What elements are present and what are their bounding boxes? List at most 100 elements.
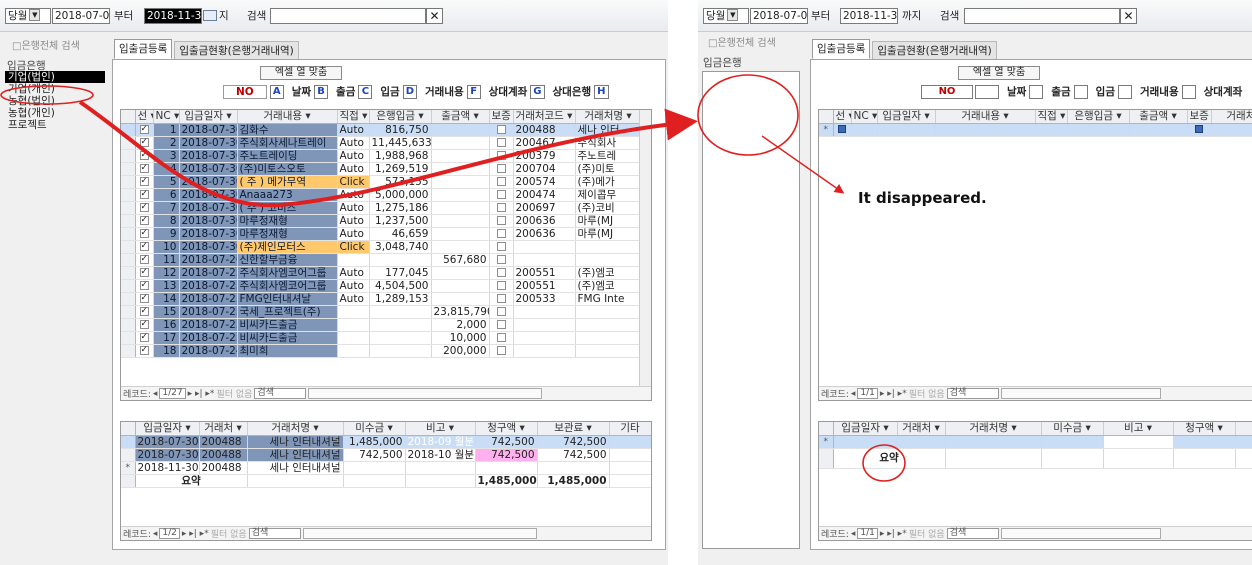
legend-key-input[interactable] xyxy=(1029,84,1044,99)
name-cell[interactable] xyxy=(575,318,642,332)
column-header[interactable]: 거래처코드 ▾ xyxy=(513,110,576,124)
date-cell[interactable]: 2018-07-30 xyxy=(135,435,200,449)
select-checkbox[interactable] xyxy=(139,305,149,317)
guarantee-checkbox[interactable] xyxy=(496,255,506,264)
column-header[interactable]: 거래처 ▾ xyxy=(897,422,946,436)
record-search-input[interactable]: 검색 xyxy=(248,528,301,539)
desc-cell[interactable]: ( 주 ) 메가무역 xyxy=(237,175,338,189)
select-cell[interactable] xyxy=(833,123,852,137)
select-cell[interactable] xyxy=(135,188,154,202)
guarantee-checkbox[interactable] xyxy=(496,177,506,186)
mode-cell[interactable] xyxy=(337,318,370,332)
select-checkbox[interactable] xyxy=(139,318,149,330)
nc-cell[interactable]: 10 xyxy=(153,240,180,254)
select-checkbox[interactable] xyxy=(139,227,149,239)
clear-search-button[interactable]: ✕ xyxy=(1120,8,1137,24)
code-cell[interactable]: 200488 xyxy=(199,448,248,462)
tab-deposit-register[interactable]: 입출금등록 xyxy=(114,39,173,59)
bank-item[interactable]: 프로젝트 xyxy=(5,119,105,131)
mode-cell[interactable]: Auto xyxy=(337,292,370,306)
memo-cell[interactable] xyxy=(405,461,476,475)
table-row[interactable]: 52018-07-30( 주 ) 메가무역Click573,155 200574(… xyxy=(121,175,642,189)
mode-cell[interactable] xyxy=(1035,123,1068,137)
guarantee-checkbox[interactable] xyxy=(496,125,506,134)
receivable-cell[interactable]: 1,485,000 xyxy=(343,435,406,449)
guarantee-checkbox[interactable] xyxy=(496,242,506,251)
nc-cell[interactable] xyxy=(851,123,878,137)
column-header[interactable]: 거래처 ▾ xyxy=(199,422,248,436)
name-cell[interactable] xyxy=(575,253,642,267)
select-cell[interactable] xyxy=(135,123,154,137)
fee-cell[interactable] xyxy=(1235,435,1252,449)
column-header[interactable]: 비고 ▾ xyxy=(1103,422,1174,436)
code-cell[interactable] xyxy=(513,305,576,319)
legend-key-input[interactable]: F xyxy=(466,84,481,99)
mode-cell[interactable]: Auto xyxy=(337,201,370,215)
mode-cell[interactable]: Auto xyxy=(337,227,370,241)
receivable-cell[interactable] xyxy=(343,461,406,475)
code-cell[interactable]: 200488 xyxy=(199,461,248,475)
deposit-cell[interactable] xyxy=(1067,123,1130,137)
guarantee-checkbox[interactable] xyxy=(496,151,506,160)
deposit-cell[interactable]: 177,045 xyxy=(369,266,432,280)
code-cell[interactable]: 200636 xyxy=(513,227,576,241)
date-to-input[interactable]: 2018-11-30 xyxy=(144,8,202,24)
select-cell[interactable] xyxy=(135,266,154,280)
column-header[interactable]: 선 ▾ xyxy=(135,110,154,124)
first-record-icon[interactable]: ◂ xyxy=(153,529,158,539)
select-checkbox[interactable] xyxy=(139,331,149,343)
name-cell[interactable]: 세나 인터내셔널 xyxy=(247,461,344,475)
column-header[interactable]: 선 ▾ xyxy=(833,110,852,124)
record-position-input[interactable]: 1/27 xyxy=(159,388,186,399)
date-cell[interactable]: 2018-07-25 xyxy=(179,266,238,280)
guarantee-cell[interactable] xyxy=(489,344,514,358)
select-cell[interactable] xyxy=(135,201,154,215)
guarantee-checkbox[interactable] xyxy=(496,307,506,316)
withdraw-cell[interactable] xyxy=(431,240,490,254)
mode-cell[interactable]: Auto xyxy=(337,162,370,176)
date-cell[interactable]: 2018-07-25 xyxy=(179,318,238,332)
record-position-input[interactable]: 1/1 xyxy=(857,528,878,539)
select-cell[interactable] xyxy=(135,175,154,189)
mode-cell[interactable]: Click xyxy=(337,175,370,189)
select-cell[interactable] xyxy=(135,279,154,293)
deposit-cell[interactable]: 1,275,186 xyxy=(369,201,432,215)
code-cell[interactable] xyxy=(897,435,946,449)
guarantee-checkbox[interactable] xyxy=(496,190,506,199)
select-checkbox[interactable] xyxy=(139,279,149,291)
withdraw-cell[interactable] xyxy=(431,188,490,202)
bank-item[interactable]: 기업(개인) xyxy=(5,83,105,95)
name-cell[interactable] xyxy=(575,305,642,319)
nc-cell[interactable]: 9 xyxy=(153,227,180,241)
mode-cell[interactable] xyxy=(337,305,370,319)
date-cell[interactable]: 2018-07-30 xyxy=(179,123,238,137)
name-cell[interactable]: 제이콥무 xyxy=(575,188,642,202)
withdraw-cell[interactable] xyxy=(431,266,490,280)
code-cell[interactable] xyxy=(513,318,576,332)
column-header[interactable]: 기타 xyxy=(609,422,651,436)
horizontal-scrollbar[interactable] xyxy=(1000,528,1161,539)
column-header[interactable]: 거래처명 ▾ xyxy=(575,110,642,124)
deposit-cell[interactable]: 573,155 xyxy=(369,175,432,189)
fit-columns-button[interactable]: 엑셀 열 맞춤 xyxy=(260,66,342,80)
withdraw-cell[interactable] xyxy=(431,136,490,150)
code-cell[interactable]: 200488 xyxy=(199,435,248,449)
name-cell[interactable]: 주노트레 xyxy=(575,149,642,163)
column-header[interactable]: NC ▾ xyxy=(851,110,878,124)
desc-cell[interactable]: 마루정재형 xyxy=(237,214,338,228)
guarantee-checkbox[interactable] xyxy=(496,268,506,277)
code-cell[interactable]: 200533 xyxy=(513,292,576,306)
next-record-icon[interactable]: ▸ ▸| ▸* xyxy=(188,389,215,399)
date-cell[interactable]: 2018-07-30 xyxy=(179,240,238,254)
calendar-icon[interactable] xyxy=(203,10,217,21)
name-cell[interactable] xyxy=(575,240,642,254)
date-cell[interactable]: 2018-07-26 xyxy=(179,253,238,267)
bank-item[interactable]: 기업(법인) xyxy=(5,71,105,83)
deposit-cell[interactable] xyxy=(369,344,432,358)
code-cell[interactable] xyxy=(513,240,576,254)
guarantee-checkbox[interactable] xyxy=(496,138,506,147)
guarantee-checkbox[interactable] xyxy=(496,203,506,212)
date-cell[interactable]: 2018-11-30 xyxy=(135,461,200,475)
guarantee-cell[interactable] xyxy=(489,188,514,202)
desc-cell[interactable]: 비씨카드출금 xyxy=(237,331,338,345)
